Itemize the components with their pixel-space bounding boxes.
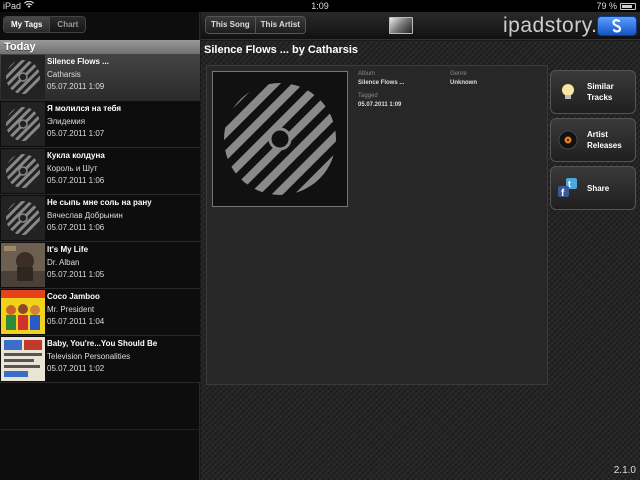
empty-list-row xyxy=(0,383,200,430)
artist-releases-label-line1: Artist xyxy=(587,130,608,139)
tag-title: Silence Flows ... xyxy=(47,57,109,66)
status-time: 1:09 xyxy=(311,1,329,11)
album-cover-image xyxy=(1,290,45,334)
tab-this-artist[interactable]: This Artist xyxy=(254,17,305,33)
artist-releases-button[interactable]: Artist Releases xyxy=(550,118,636,162)
tagged-label: Tagged xyxy=(358,93,378,99)
tagged-value: 05.07.2011 1:09 xyxy=(358,102,402,108)
tag-row[interactable]: Кукла колдуна Король и Шут 05.07.2011 1:… xyxy=(0,148,200,195)
section-header-today: Today xyxy=(0,40,200,54)
tag-artist: Catharsis xyxy=(47,70,81,79)
tag-artist: Вячеслав Добрынин xyxy=(47,211,123,220)
similar-tracks-label-line1: Similar xyxy=(587,82,614,91)
genre-label: Genre xyxy=(450,71,467,77)
lightbulb-icon xyxy=(562,84,574,99)
tab-chart[interactable]: Chart xyxy=(49,17,86,32)
tag-date: 05.07.2011 1:06 xyxy=(47,223,105,232)
tag-artist: Король и Шут xyxy=(47,164,98,173)
tag-row[interactable]: It's My Life Dr. Alban 05.07.2011 1:05 xyxy=(0,242,200,289)
tag-row[interactable]: Silence Flows ... Catharsis 05.07.2011 1… xyxy=(0,54,200,101)
tags-segmented-control: My Tags Chart xyxy=(3,16,87,33)
album-value: Silence Flows ... xyxy=(358,80,405,86)
tags-panel: My Tags Chart Today Silence Flows ... Ca… xyxy=(0,12,200,480)
vinyl-icon xyxy=(558,130,578,150)
tag-artist: Элидемия xyxy=(47,117,86,126)
album-art-placeholder-icon xyxy=(1,196,45,240)
tag-title: Я молился на тебя xyxy=(47,104,122,113)
song-heading: Silence Flows ... by Catharsis xyxy=(204,44,359,56)
album-art-placeholder-icon xyxy=(1,102,45,146)
shazam-s-icon xyxy=(612,19,622,33)
tag-date: 05.07.2011 1:05 xyxy=(47,270,105,279)
tag-row[interactable]: Coco Jamboo Mr. President 05.07.2011 1:0… xyxy=(0,289,200,336)
tag-title: Кукла колдуна xyxy=(47,151,105,160)
genre-value: Unknown xyxy=(450,80,477,86)
tag-title: Не сыпь мне соль на рану xyxy=(47,198,152,207)
tag-artist: Mr. President xyxy=(47,305,95,314)
tag-title: It's My Life xyxy=(47,245,89,254)
similar-tracks-label-line2: Tracks xyxy=(587,93,613,102)
tag-list: Silence Flows ... Catharsis 05.07.2011 1… xyxy=(0,54,200,430)
shazam-button[interactable] xyxy=(597,16,637,36)
tag-row[interactable]: Я молился на тебя Элидемия 05.07.2011 1:… xyxy=(0,101,200,148)
tag-date: 05.07.2011 1:04 xyxy=(47,317,105,326)
song-detail-area: Silence Flows ... by Catharsis Album Sil… xyxy=(201,41,640,480)
version-label: 2.1.0 xyxy=(613,465,636,476)
tag-date: 05.07.2011 1:02 xyxy=(47,364,105,373)
share-label: Share xyxy=(587,184,610,193)
battery-icon xyxy=(620,2,636,10)
album-cover-image xyxy=(1,243,45,287)
album-label: Album xyxy=(358,71,376,77)
social-share-icon: t f xyxy=(558,178,577,198)
tab-this-song[interactable]: This Song xyxy=(206,17,255,33)
status-bar: iPad 1:09 79 % xyxy=(0,0,640,12)
album-art-placeholder-icon xyxy=(212,71,348,207)
album-art-placeholder-icon xyxy=(1,149,45,193)
tag-title: Coco Jamboo xyxy=(47,292,100,301)
tag-row[interactable]: Не сыпь мне соль на рану Вячеслав Добрын… xyxy=(0,195,200,242)
tag-date: 05.07.2011 1:09 xyxy=(47,82,105,91)
artist-releases-label-line2: Releases xyxy=(587,141,622,150)
detail-segmented-control: This Song This Artist xyxy=(205,16,306,34)
similar-tracks-button[interactable]: Similar Tracks xyxy=(550,70,636,114)
song-info-card: Album Silence Flows ... Genre Unknown Ta… xyxy=(206,65,548,385)
tag-row[interactable]: Baby, You're...You Should Be Television … xyxy=(0,336,200,383)
album-cover-image xyxy=(1,337,45,381)
share-button[interactable]: t f Share xyxy=(550,166,636,210)
cover-thumbnail-icon[interactable] xyxy=(389,17,413,34)
tag-date: 05.07.2011 1:07 xyxy=(47,129,105,138)
tag-artist: Television Personalities xyxy=(47,352,131,361)
album-art-placeholder-icon xyxy=(1,55,45,99)
tag-title: Baby, You're...You Should Be xyxy=(47,339,158,348)
tag-date: 05.07.2011 1:06 xyxy=(47,176,105,185)
tab-my-tags[interactable]: My Tags xyxy=(4,17,50,32)
tag-artist: Dr. Alban xyxy=(47,258,80,267)
battery-percent: 79 % xyxy=(596,1,617,11)
detail-toolbar: This Song This Artist ipadstory.ru xyxy=(201,12,640,40)
